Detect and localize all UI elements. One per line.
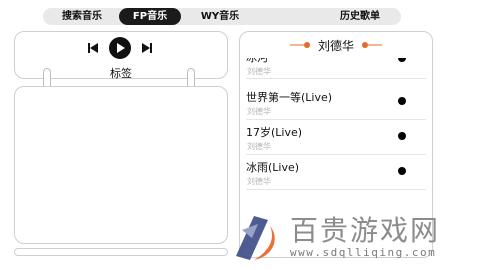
song-dot-icon[interactable]	[398, 132, 406, 140]
song-artist: 刘德华	[247, 177, 271, 186]
song-title: 世界第一等(Live)	[246, 91, 333, 104]
watermark: 百贵游戏网 www.sdqlliqing.com	[220, 208, 480, 270]
lyric-card	[14, 86, 228, 244]
song-dot-icon[interactable]	[398, 58, 406, 62]
bottom-bar	[14, 248, 228, 256]
playlist-title: 刘德华	[317, 38, 354, 53]
song-title: 冰雨(Live)	[246, 161, 300, 174]
list-item[interactable]: 冰河 刘德华	[240, 58, 432, 83]
playlist-header: 刘德华	[240, 32, 432, 58]
tab-wy-music[interactable]: WY音乐	[189, 8, 251, 25]
watermark-text: 百贵游戏网	[290, 214, 441, 247]
song-dot-icon[interactable]	[398, 97, 406, 105]
play-button[interactable]	[109, 37, 131, 59]
list-item[interactable]: 17岁(Live) 刘德华	[240, 120, 432, 155]
previous-button[interactable]	[85, 38, 101, 58]
tab-bar: 搜索音乐 FP音乐 WY音乐 历史歌单	[43, 8, 401, 25]
song-artist: 刘德华	[247, 107, 271, 116]
list-item[interactable]: 冰雨(Live) 刘德华	[240, 155, 432, 190]
list-item[interactable]: 世界第一等(Live) 刘德华	[240, 85, 432, 120]
next-button[interactable]	[139, 38, 155, 58]
song-artist: 刘德华	[247, 67, 271, 76]
previous-icon	[88, 43, 98, 53]
next-icon	[142, 43, 152, 53]
tab-history-playlist[interactable]: 历史歌单	[325, 8, 395, 25]
song-title: 冰河	[246, 58, 268, 65]
decor-left-icon	[289, 42, 310, 48]
play-icon	[109, 37, 131, 59]
song-artist: 刘德华	[247, 142, 271, 151]
watermark-logo-icon	[236, 216, 275, 260]
decor-right-icon	[362, 42, 382, 48]
tab-fp-music[interactable]: FP音乐	[119, 8, 181, 25]
song-dot-icon[interactable]	[398, 167, 406, 175]
song-title: 17岁(Live)	[246, 126, 303, 139]
divider	[246, 78, 426, 79]
tab-search-music[interactable]: 搜索音乐	[51, 8, 113, 25]
watermark-url: www.sdqlliqing.com	[290, 246, 437, 259]
